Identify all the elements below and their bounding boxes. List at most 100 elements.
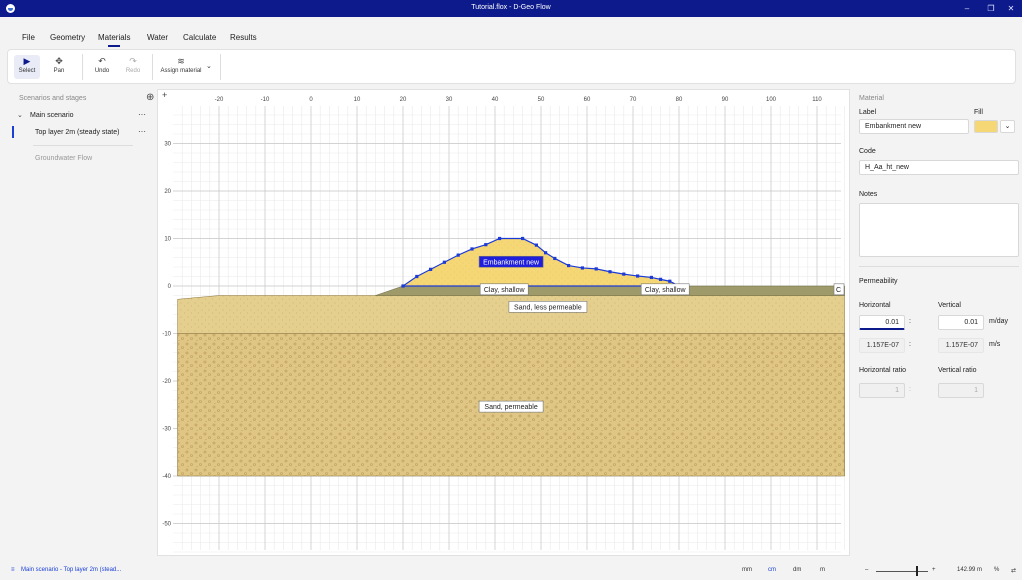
stage-item-top-layer[interactable]: Top layer 2m (steady state) xyxy=(35,129,119,136)
vertex-handle xyxy=(649,275,653,280)
y-tick-label: -10 xyxy=(162,332,171,338)
vertex-handle xyxy=(498,236,502,241)
vertex-handle xyxy=(429,267,433,271)
unit-cm[interactable]: cm xyxy=(768,567,776,573)
zoom-slider[interactable] xyxy=(876,571,928,572)
percent-toggle[interactable]: % xyxy=(994,567,999,573)
x-tick-label: 0 xyxy=(309,97,313,103)
menu-water[interactable]: Water xyxy=(147,33,168,42)
label-clay-shallow: Clay, shallow xyxy=(484,287,526,294)
scenario-item-main[interactable]: Main scenario xyxy=(30,112,74,119)
ratio-colon: : xyxy=(909,386,911,393)
menu-file[interactable]: File xyxy=(22,33,35,42)
y-tick-label: 20 xyxy=(164,189,171,195)
horizontal-si-value: 1.157E-07 xyxy=(859,338,905,353)
permeability-caption: Permeability xyxy=(859,278,898,285)
move-arrows-icon: ✥ xyxy=(55,56,63,66)
horizontal-ratio-input[interactable]: 1 xyxy=(859,383,905,398)
menu-materials[interactable]: Materials xyxy=(98,33,130,47)
label-sand-less-permeable: Sand, less permeable xyxy=(514,304,582,311)
unit-dm[interactable]: dm xyxy=(793,567,801,573)
ratio-colon: : xyxy=(909,318,911,325)
window-title: Tutorial.flox - D-Geo Flow xyxy=(471,4,551,11)
zoom-in-button[interactable]: + xyxy=(932,567,936,573)
x-tick-label: 50 xyxy=(538,97,545,103)
undo-label: Undo xyxy=(94,68,110,74)
material-section-header: Material xyxy=(859,95,884,102)
y-tick-label: 30 xyxy=(164,142,171,148)
vertical-permeability-input[interactable]: 0.01 xyxy=(938,315,984,330)
scenario-more-button[interactable]: ··· xyxy=(138,110,146,119)
vertical-si-value: 1.157E-07 xyxy=(938,338,984,353)
material-properties-panel: Material Label Fill Embankment new ⌄ Cod… xyxy=(853,89,1022,559)
vertex-handle xyxy=(668,279,672,283)
x-tick-label: 60 xyxy=(584,97,591,103)
vertex-handle xyxy=(521,236,525,241)
fill-color-swatch[interactable] xyxy=(974,120,998,133)
label-clay-shallow: Clay, shallow xyxy=(645,287,687,294)
vertex-handle xyxy=(401,284,405,288)
chevron-down-icon[interactable]: ⌄ xyxy=(206,62,212,70)
x-tick-label: 80 xyxy=(676,97,683,103)
geometry-drawing[interactable]: -20 -10 0 10 20 30 40 50 60 70 80 90 100 1103020100-1… xyxy=(158,90,851,557)
chevron-down-icon[interactable]: ⌄ xyxy=(1000,120,1015,133)
restore-button[interactable]: ❐ xyxy=(984,2,998,15)
x-tick-label: 30 xyxy=(446,97,453,103)
notes-caption: Notes xyxy=(859,191,878,198)
menu-calculate[interactable]: Calculate xyxy=(183,33,216,42)
y-tick-label: 0 xyxy=(168,284,172,290)
notes-textarea[interactable] xyxy=(859,203,1019,257)
vertex-handle xyxy=(470,247,474,251)
menu-results[interactable]: Results xyxy=(230,33,257,42)
zoom-slider-thumb[interactable] xyxy=(916,566,918,576)
divider xyxy=(859,266,1019,267)
label-sand-permeable: Sand, permeable xyxy=(484,404,537,411)
zoom-out-button[interactable]: – xyxy=(865,567,868,573)
vertex-handle xyxy=(553,256,557,261)
assign-material-button[interactable]: ≋ Assign material xyxy=(158,55,204,74)
minimize-button[interactable]: – xyxy=(960,2,974,15)
section-groundwater-flow[interactable]: Groundwater Flow xyxy=(35,155,92,162)
add-scenario-icon[interactable]: ⊕ xyxy=(146,92,154,103)
close-button[interactable]: ✕ xyxy=(1004,2,1018,15)
code-caption: Code xyxy=(859,148,876,155)
code-input[interactable]: H_Aa_ht_new xyxy=(859,160,1019,175)
undo-button[interactable]: ↶ Undo xyxy=(90,55,114,74)
vertex-handle xyxy=(567,263,571,268)
unit-m-per-s: m/s xyxy=(989,341,1001,348)
vertical-ratio-input[interactable]: 1 xyxy=(938,383,984,398)
vertex-handle xyxy=(636,274,640,278)
assign-material-label: Assign material xyxy=(160,68,202,74)
toolbar-separator xyxy=(220,54,221,80)
unit-m-per-day: m/day xyxy=(989,318,1009,325)
y-tick-label: -50 xyxy=(162,522,171,528)
geometry-canvas[interactable]: -20 -10 0 10 20 30 40 50 60 70 80 90 100 110 30 20 10 0 -1… xyxy=(157,89,850,556)
chevron-down-icon[interactable]: ⌄ xyxy=(17,111,23,119)
unit-mm[interactable]: mm xyxy=(742,567,752,573)
vertex-handle xyxy=(594,267,598,271)
status-breadcrumb[interactable]: Main scenario - Top layer 2m (stead... xyxy=(21,567,121,573)
stage-more-button[interactable]: ··· xyxy=(138,127,146,136)
title-bar: Tutorial.flox - D-Geo Flow – ❐ ✕ xyxy=(0,0,1022,17)
redo-button[interactable]: ↷ Redo xyxy=(121,55,145,74)
toolbar-separator xyxy=(82,54,83,80)
vertical-ratio-caption: Vertical ratio xyxy=(938,367,977,374)
unit-m[interactable]: m xyxy=(820,567,825,573)
pan-tool-button[interactable]: ✥ Pan xyxy=(46,55,72,74)
select-tool-button[interactable]: ▶ Select xyxy=(14,55,40,79)
list-icon[interactable]: ≡ xyxy=(11,567,15,573)
pan-tool-label: Pan xyxy=(53,68,65,74)
y-tick-label: -40 xyxy=(162,474,171,480)
label-input[interactable]: Embankment new xyxy=(859,119,969,134)
x-tick-label: 70 xyxy=(630,97,637,103)
vertex-handle xyxy=(484,243,488,247)
swap-arrows-icon[interactable]: ⇄ xyxy=(1011,567,1016,574)
layers-icon: ≋ xyxy=(177,56,185,66)
menu-geometry[interactable]: Geometry xyxy=(50,33,85,42)
x-tick-label: 20 xyxy=(400,97,407,103)
selection-indicator xyxy=(12,126,14,138)
horizontal-permeability-input[interactable]: 0.01 xyxy=(859,315,905,330)
fill-caption: Fill xyxy=(974,109,983,116)
vertex-handle xyxy=(456,253,460,257)
vertex-handle xyxy=(415,274,419,279)
